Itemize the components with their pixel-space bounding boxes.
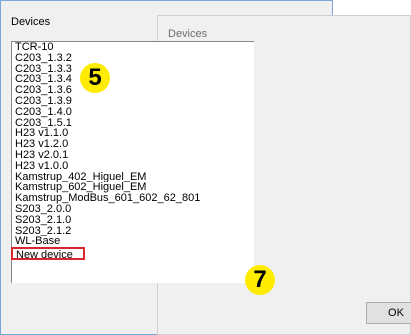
list-item[interactable]: S203_2.1.0 — [12, 215, 254, 226]
list-item[interactable]: Kamstrup_402_Higuel_EM — [12, 172, 254, 183]
list-item[interactable]: Kamstrup_602_Higuel_EM — [12, 182, 254, 193]
list-item[interactable]: H23 v1.0.0 — [12, 161, 254, 172]
window-title: Devices — [168, 28, 208, 40]
list-item[interactable]: C203_1.3.4 — [12, 74, 254, 85]
list-item[interactable]: C203_1.3.3 — [12, 64, 254, 75]
list-item[interactable]: C203_1.3.6 — [12, 85, 254, 96]
window-title: Devices — [11, 16, 51, 28]
list-item[interactable]: WL-Base — [12, 236, 254, 247]
list-item[interactable]: TCR-10 — [12, 42, 254, 53]
ok-button[interactable]: OK — [366, 302, 411, 324]
devices-list-front[interactable]: TCR-10 C203_1.3.2 C203_1.3.3 C203_1.3.4 C203… — [11, 41, 254, 283]
annotation-badge-5: 5 — [80, 63, 110, 93]
list-item[interactable]: S203_2.0.0 — [12, 204, 254, 215]
list-item[interactable]: Kamstrup_ModBus_601_602_62_801 — [12, 193, 254, 204]
list-item[interactable]: H23 v1.1.0 — [12, 128, 254, 139]
list-item[interactable]: H23 v2.0.1 — [12, 150, 254, 161]
list-item[interactable]: S203_2.1.2 — [12, 226, 254, 237]
annotation-badge-7: 7 — [245, 265, 275, 295]
list-item[interactable]: H23 v1.2.0 — [12, 139, 254, 150]
list-item[interactable]: C203_1.3.9 — [12, 96, 254, 107]
list-item[interactable]: C203_1.5.1 — [12, 118, 254, 129]
new-device-item[interactable]: New device — [11, 247, 85, 261]
list-item[interactable]: C203_1.4.0 — [12, 107, 254, 118]
list-item[interactable]: C203_1.3.2 — [12, 53, 254, 64]
